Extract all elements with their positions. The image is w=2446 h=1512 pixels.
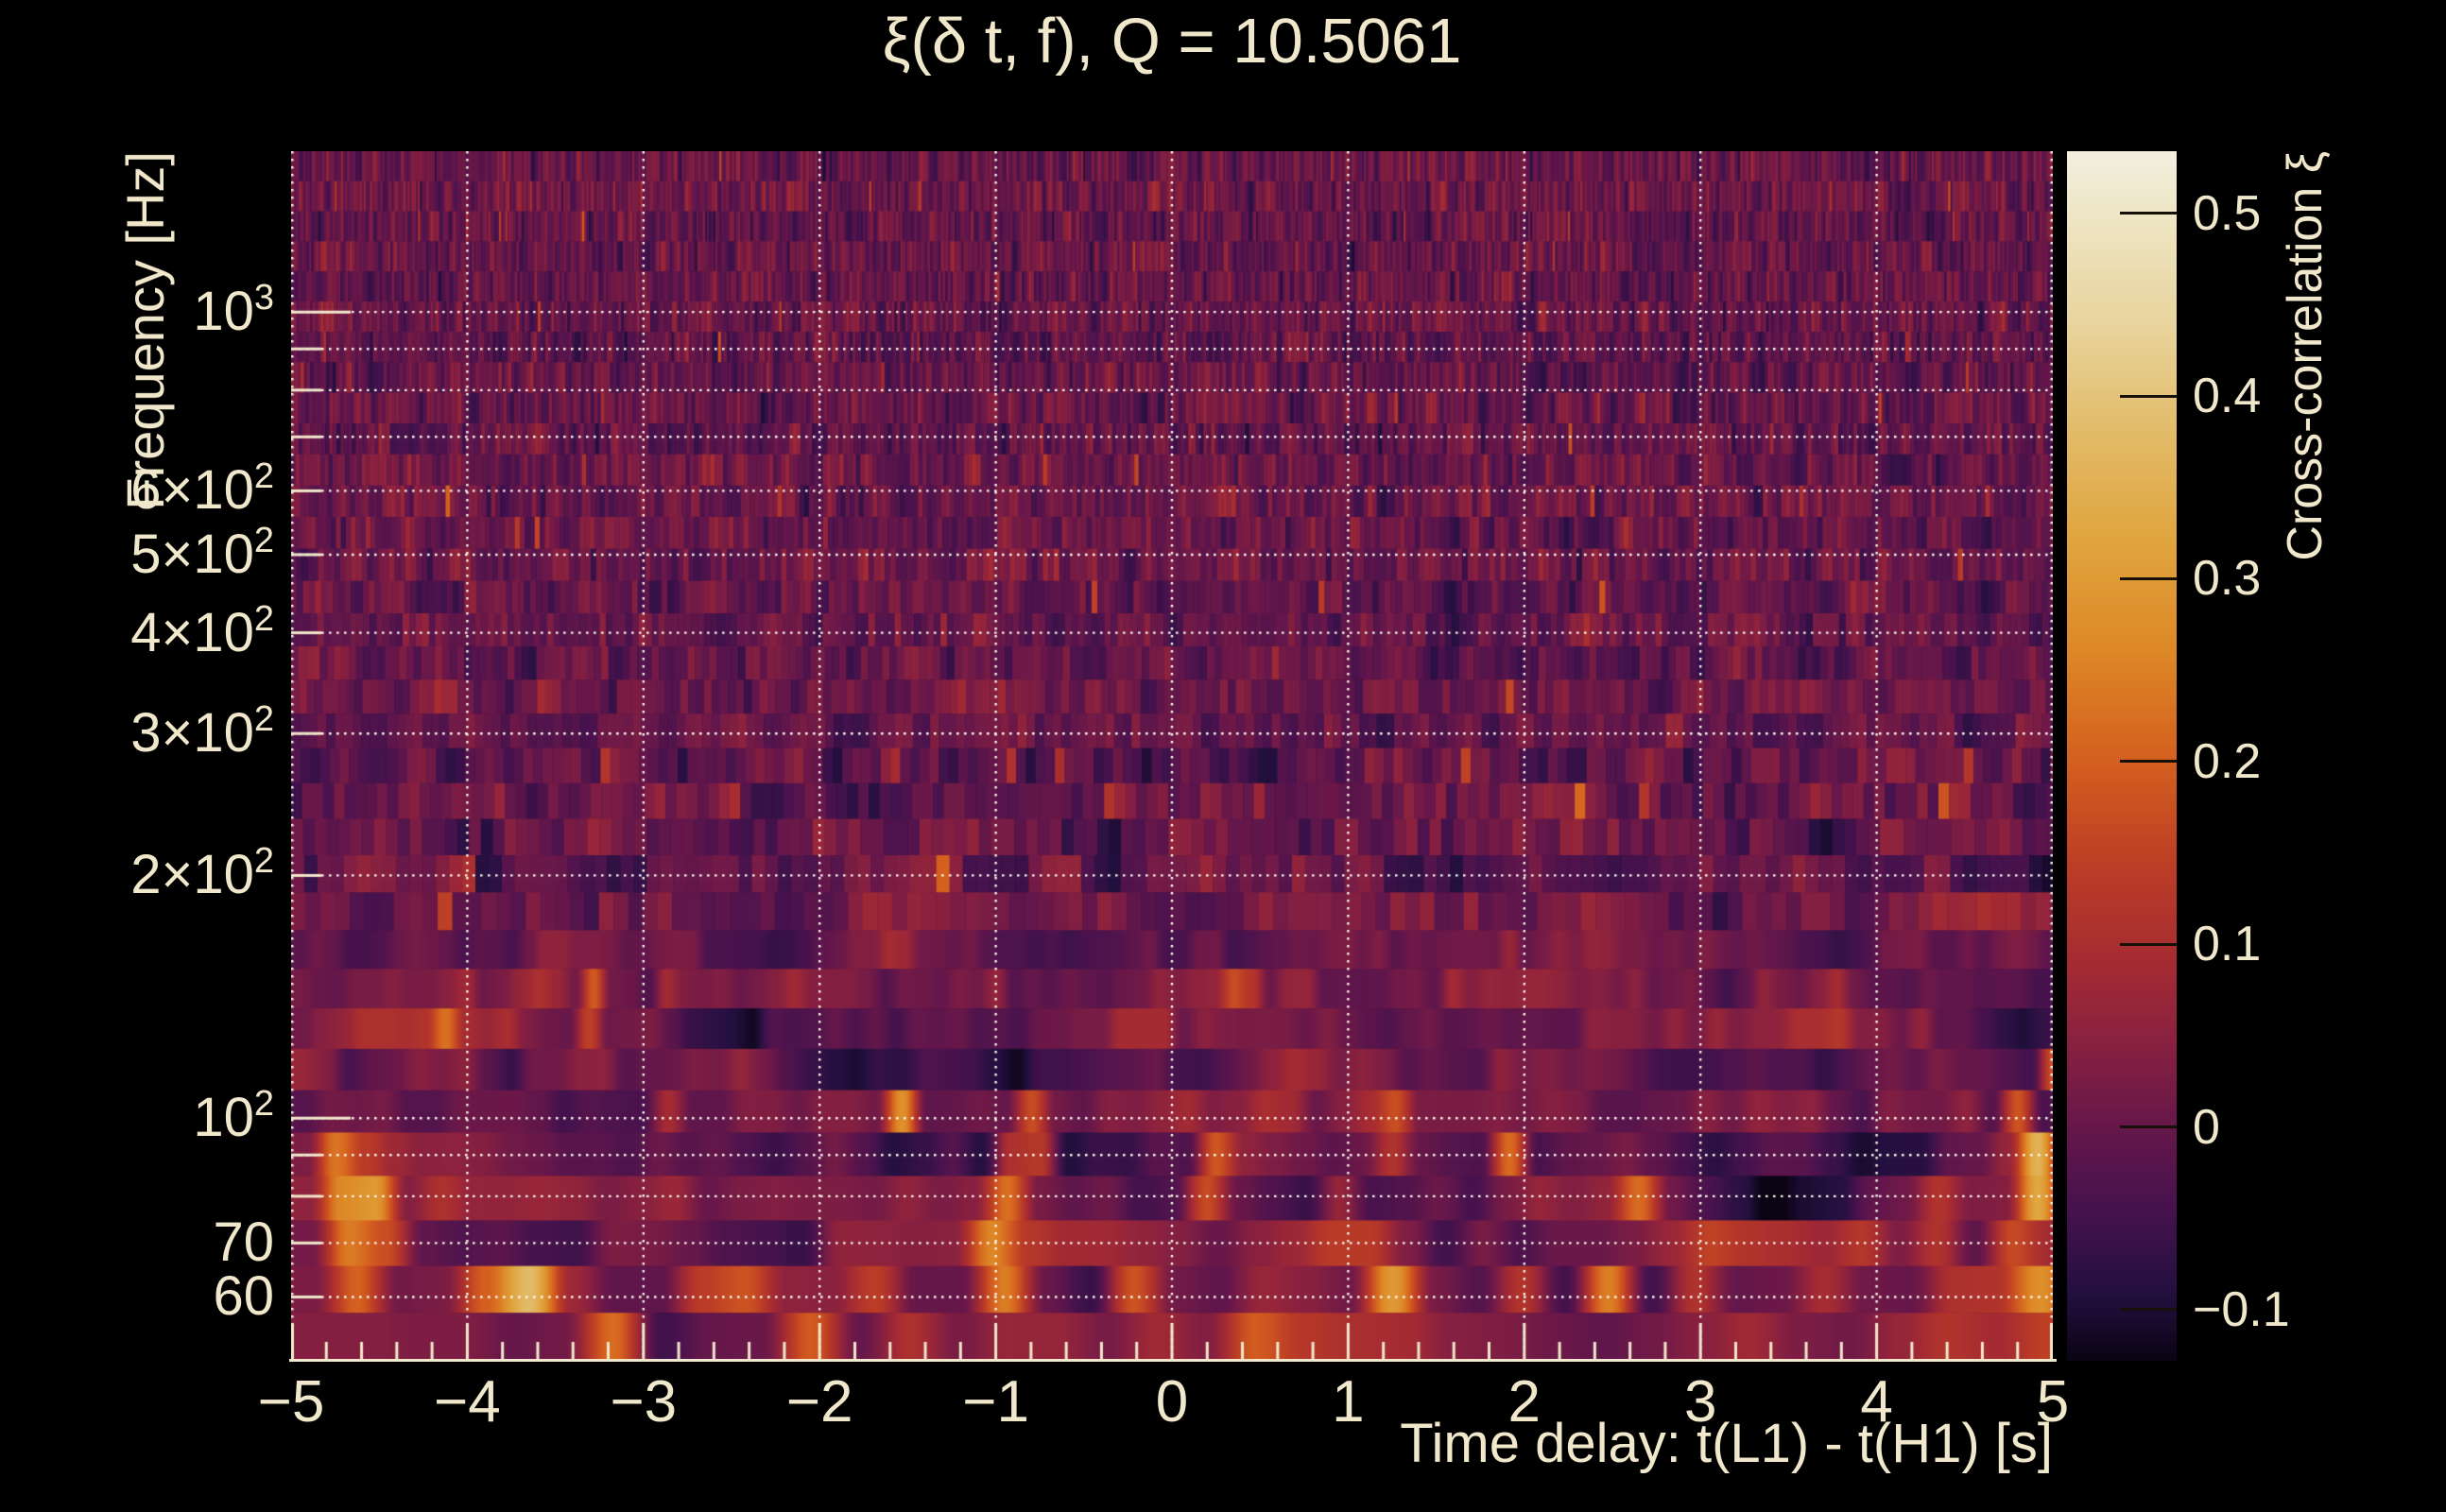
qscan-cross-correlation-figure: ξ(δ t, f), Q = 10.5061 Frequency [Hz] Ti… [0, 0, 2446, 1512]
y-tick-label-500: 5×102 [9, 523, 274, 587]
cross-correlation-heatmap [291, 151, 2053, 1361]
plot-title: ξ(δ t, f), Q = 10.5061 [291, 2, 2053, 81]
colorbar-label-0: 0 [2193, 1100, 2429, 1155]
y-tick-label-100: 102 [9, 1086, 274, 1150]
x-tick-label--3: −3 [568, 1372, 719, 1433]
colorbar-label--0.1: −0.1 [2193, 1282, 2429, 1337]
y-tick-label-60: 60 [9, 1264, 274, 1329]
y-tick-label-600: 6×102 [9, 458, 274, 523]
x-tick-label-4: 4 [1801, 1372, 1953, 1433]
x-tick-label-3: 3 [1625, 1372, 1776, 1433]
colorbar-tick-0.4 [2120, 395, 2177, 398]
colorbar-label-0.2: 0.2 [2193, 734, 2429, 789]
x-tick-label-0: 0 [1096, 1372, 1248, 1433]
y-tick-label-1000: 103 [9, 280, 274, 344]
x-tick-label-1: 1 [1272, 1372, 1423, 1433]
x-tick-label--4: −4 [391, 1372, 543, 1433]
colorbar-tick-0 [2120, 1125, 2177, 1128]
x-tick-label--2: −2 [744, 1372, 895, 1433]
colorbar-tick-0.1 [2120, 943, 2177, 946]
colorbar-tick-0.5 [2120, 212, 2177, 215]
colorbar-label-0.1: 0.1 [2193, 917, 2429, 971]
x-tick-label-5: 5 [1977, 1372, 2128, 1433]
x-axis-line [289, 1359, 2057, 1362]
colorbar-gradient [2067, 151, 2177, 1361]
colorbar-tick-0.2 [2120, 760, 2177, 763]
y-axis-title: Frequency [Hz] [110, 151, 469, 223]
colorbar-title-text: Cross-correlation ξ [2274, 151, 2336, 561]
colorbar-tick-0.3 [2120, 577, 2177, 580]
x-tick-label--1: −1 [921, 1372, 1072, 1433]
x-tick-label--5: −5 [215, 1372, 367, 1433]
y-tick-label-400: 4×102 [9, 601, 274, 665]
y-tick-label-200: 2×102 [9, 843, 274, 907]
colorbar-tick--0.1 [2120, 1308, 2177, 1311]
y-tick-label-300: 3×102 [9, 701, 274, 765]
x-tick-label-2: 2 [1449, 1372, 1600, 1433]
colorbar-title: Cross-correlation ξ [2274, 151, 2446, 214]
